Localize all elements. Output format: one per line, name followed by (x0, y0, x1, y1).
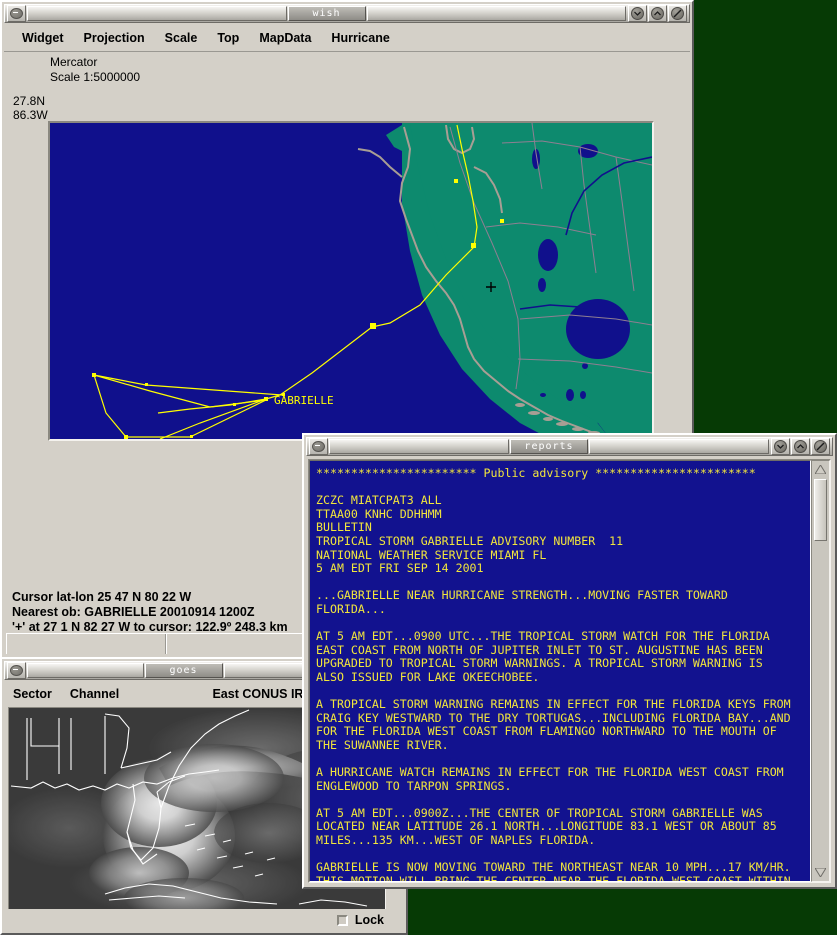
goes-window-title: goes (144, 663, 223, 678)
reports-window-menu-button[interactable] (309, 438, 328, 455)
map-canvas[interactable]: GABRIELLE (50, 123, 652, 439)
reports-titlebar[interactable]: reports (306, 437, 833, 456)
projection-info: Mercator Scale 1:5000000 (50, 55, 140, 85)
reports-body: *********************** Public advisory … (308, 459, 831, 883)
titlebar-filler-left (27, 6, 287, 21)
reports-titlebar-filler-left (329, 439, 509, 454)
chevron-up-icon (651, 7, 664, 20)
reports-window-title: reports (510, 439, 588, 454)
menu-item-top[interactable]: Top (207, 29, 249, 47)
reports-window-controls (770, 438, 830, 455)
projection-name: Mercator (50, 55, 98, 69)
reports-vertical-scrollbar[interactable] (811, 460, 830, 882)
reports-maximize-button[interactable] (791, 438, 810, 455)
chevron-down-icon (631, 7, 644, 20)
scrollbar-thumb[interactable] (814, 479, 827, 541)
projection-scale: Scale 1:5000000 (50, 70, 141, 84)
maximize-button[interactable] (648, 5, 667, 22)
advisory-text[interactable]: *********************** Public advisory … (309, 460, 811, 882)
reports-titlebar-filler-right (589, 439, 769, 454)
reports-window: reports *********************** Public a… (302, 433, 837, 889)
reports-minimize-button[interactable] (771, 438, 790, 455)
window-menu-icon (10, 665, 23, 676)
main-window-titlebar[interactable]: wish (4, 4, 690, 23)
slash-icon (671, 7, 684, 20)
storm-label: GABRIELLE (274, 394, 334, 407)
window-menu-icon (312, 441, 325, 452)
menu-item-widget[interactable]: Widget (12, 29, 74, 47)
window-menu-icon (10, 8, 23, 19)
goes-menu-item-channel[interactable]: Channel (61, 687, 128, 701)
close-button[interactable] (668, 5, 687, 22)
titlebar-filler-right (366, 6, 626, 21)
main-menubar: Widget Projection Scale Top MapData Hurr… (4, 25, 690, 52)
menu-item-mapdata[interactable]: MapData (249, 29, 321, 47)
lock-checkbox[interactable] (336, 914, 348, 926)
chevron-up-icon (794, 440, 807, 453)
map-corner-coordinates: 27.8N 86.3W (13, 94, 48, 122)
scroll-down-arrow-icon[interactable] (813, 865, 828, 880)
goes-footer: Lock (4, 909, 404, 931)
corner-latitude: 27.8N (13, 94, 46, 108)
menu-item-hurricane[interactable]: Hurricane (321, 29, 399, 47)
map-graphics: GABRIELLE (50, 123, 652, 439)
menu-item-scale[interactable]: Scale (155, 29, 208, 47)
desktop: wish Widget Projection Scale Top MapData… (0, 0, 837, 935)
minimize-button[interactable] (628, 5, 647, 22)
slash-icon (814, 440, 827, 453)
bottom-cell-1 (6, 634, 166, 654)
reports-close-button[interactable] (811, 438, 830, 455)
main-window-title: wish (287, 6, 366, 21)
goes-menu-item-sector[interactable]: Sector (4, 687, 61, 701)
goes-titlebar-filler-left (27, 663, 144, 678)
scroll-up-arrow-icon[interactable] (813, 462, 828, 477)
map-canvas-frame: GABRIELLE (48, 121, 654, 441)
main-window-controls (627, 5, 687, 22)
corner-longitude: 86.3W (13, 108, 48, 122)
lock-label: Lock (354, 913, 384, 927)
window-menu-button[interactable] (7, 5, 26, 22)
lake-okeechobee (566, 299, 630, 359)
chevron-down-icon (774, 440, 787, 453)
menu-item-projection[interactable]: Projection (74, 29, 155, 47)
goes-window-menu-button[interactable] (7, 662, 26, 679)
